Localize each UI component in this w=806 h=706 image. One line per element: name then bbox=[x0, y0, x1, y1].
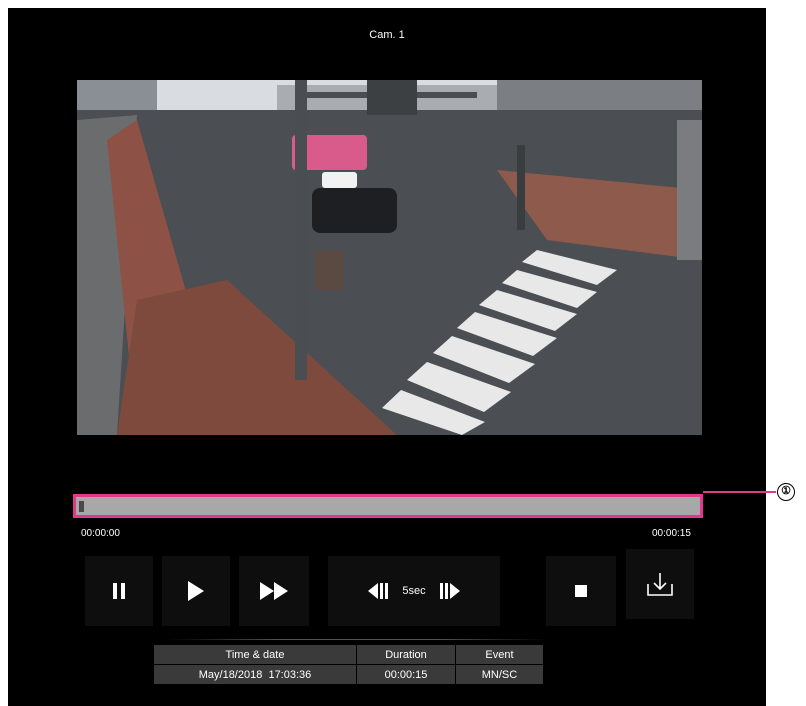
video-frame bbox=[77, 80, 702, 435]
divider bbox=[168, 639, 548, 640]
cell-event: MN/SC bbox=[455, 664, 544, 685]
download-button[interactable] bbox=[626, 549, 694, 619]
callout-line bbox=[703, 491, 776, 493]
fast-forward-icon bbox=[260, 582, 288, 600]
download-icon bbox=[647, 572, 673, 596]
skip-back-icon[interactable] bbox=[368, 583, 389, 599]
seek-handle[interactable] bbox=[79, 501, 84, 512]
stop-icon bbox=[575, 585, 587, 597]
seek-bar[interactable] bbox=[73, 494, 703, 518]
header-time-date: Time & date bbox=[153, 644, 357, 665]
cell-time-date: May/18/2018 17:03:36 bbox=[153, 664, 357, 685]
cell-duration: 00:00:15 bbox=[356, 664, 456, 685]
start-time: 00:00:00 bbox=[81, 528, 120, 539]
pause-icon bbox=[113, 583, 125, 599]
callout-number: ① bbox=[777, 483, 795, 501]
play-button[interactable] bbox=[162, 556, 230, 626]
header-duration: Duration bbox=[356, 644, 456, 665]
play-icon bbox=[188, 581, 204, 601]
table-row: May/18/2018 17:03:36 00:00:15 MN/SC bbox=[153, 664, 544, 685]
fast-forward-button[interactable] bbox=[239, 556, 309, 626]
skip-forward-icon[interactable] bbox=[439, 583, 460, 599]
pause-button[interactable] bbox=[85, 556, 153, 626]
header-event: Event bbox=[455, 644, 544, 665]
table-header-row: Time & date Duration Event bbox=[153, 644, 544, 665]
skip-interval-label: 5sec bbox=[402, 585, 426, 597]
skip-controls: 5sec bbox=[328, 556, 500, 626]
recording-info-table: Time & date Duration Event May/18/2018 1… bbox=[153, 644, 544, 685]
end-time: 00:00:15 bbox=[652, 528, 691, 539]
playback-window: Cam. 1 00:00:00 00:00:15 5sec Time & dat… bbox=[8, 8, 766, 706]
stop-button[interactable] bbox=[546, 556, 616, 626]
camera-title: Cam. 1 bbox=[369, 29, 405, 41]
